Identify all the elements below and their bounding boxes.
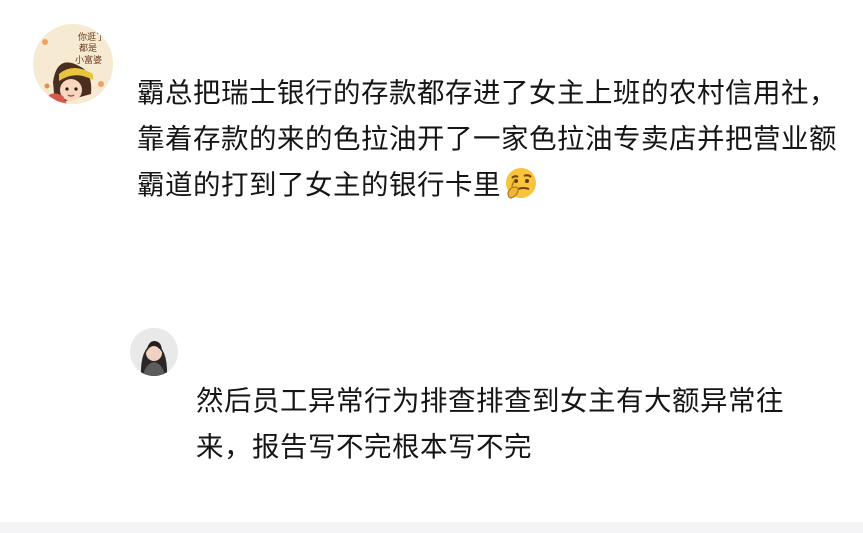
comment-item-2: 然后员工异常行为排查排查到女主有大额异常往来，报告写不完根本写不完 xyxy=(0,315,863,515)
avatar-user-2[interactable] xyxy=(130,328,178,376)
thinking-face-emoji-icon xyxy=(503,165,539,201)
svg-text:小富婆: 小富婆 xyxy=(75,54,102,66)
avatar-woman-photo xyxy=(130,328,178,376)
comment-text-2: 然后员工异常行为排查排查到女主有大额异常往来，报告写不完根本写不完 xyxy=(196,378,816,470)
avatar-cartoon-girl-image: 你逛了 都是 小富婆 xyxy=(33,24,113,104)
comment-text-1-body: 霸总把瑞士银行的存款都存进了女主上班的农村信用社，靠着存款的来的色拉油开了一家色… xyxy=(137,77,837,201)
svg-text:都是: 都是 xyxy=(79,43,97,54)
comment-thread: 你逛了 都是 小富婆 霸总把瑞士银行的存款都存进了女主上班的农村信用社，靠着存款… xyxy=(0,0,863,533)
svg-text:你逛了: 你逛了 xyxy=(78,31,105,43)
comment-item-1: 你逛了 都是 小富婆 霸总把瑞士银行的存款都存进了女主上班的农村信用社，靠着存款… xyxy=(0,0,863,300)
bottom-bar xyxy=(0,522,863,533)
comment-text-1: 霸总把瑞士银行的存款都存进了女主上班的农村信用社，靠着存款的来的色拉油开了一家色… xyxy=(137,70,837,208)
avatar-user-1[interactable]: 你逛了 都是 小富婆 xyxy=(33,24,113,104)
